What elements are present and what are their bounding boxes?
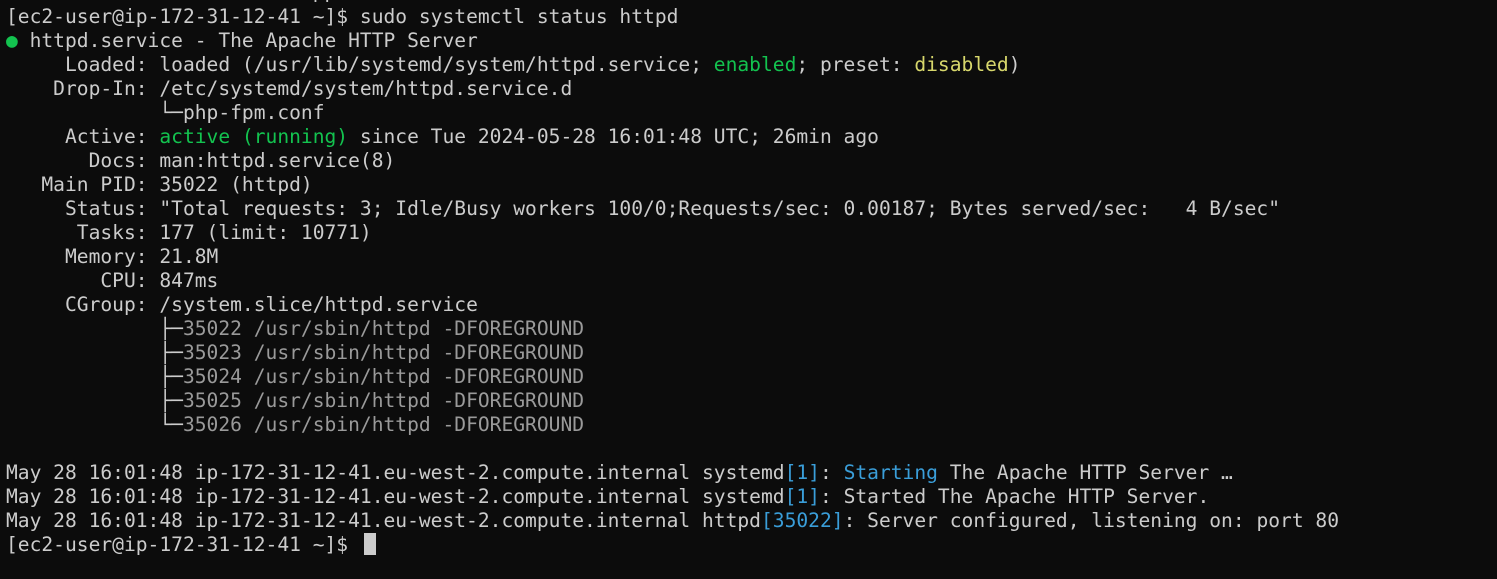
cgroup-line: CGroup: /system.slice/httpd.service [6, 293, 1497, 317]
command-line: [ec2-user@ip-172-31-12-41 ~]$ sudo syste… [6, 5, 1497, 29]
active-label: Active: [6, 125, 160, 148]
log-pid: [1] [784, 461, 820, 484]
cpu-label: CPU: [6, 269, 160, 292]
cpu-line: CPU: 847ms [6, 269, 1497, 293]
dropin-label: Drop-In: [6, 77, 160, 100]
process-entry: 35023 /usr/sbin/httpd -DFOREGROUND [182, 341, 585, 364]
status-value: "Total requests: 3; Idle/Busy workers 10… [159, 197, 1281, 220]
memory-label: Memory: [6, 245, 160, 268]
tasks-line: Tasks: 177 (limit: 10771) [6, 221, 1497, 245]
log-line: May 28 16:01:48 ip-172-31-12-41.eu-west-… [6, 461, 1497, 485]
terminal-window[interactable]: pp [ec2-user@ip-172-31-12-41 ~]$ sudo sy… [0, 0, 1497, 579]
log-highlight: Starting [843, 461, 938, 484]
memory-line: Memory: 21.8M [6, 245, 1497, 269]
active-status-dot-icon: ● [6, 29, 18, 52]
input-line[interactable]: [ec2-user@ip-172-31-12-41 ~]$ [6, 533, 1497, 557]
log-separator: : [843, 509, 868, 532]
terminal-output: [ec2-user@ip-172-31-12-41 ~]$ sudo syste… [6, 5, 1497, 557]
docs-line: Docs: man:httpd.service(8) [6, 149, 1497, 173]
service-title: httpd.service - The Apache HTTP Server [17, 29, 478, 52]
preset-state: disabled [914, 53, 1009, 76]
cpu-value: 847ms [159, 269, 219, 292]
main-pid-line: Main PID: 35022 (httpd) [6, 173, 1497, 197]
dropin-file-line: └─php-fpm.conf [6, 101, 1497, 125]
tree-branch-icon: ├─ [6, 317, 183, 340]
log-message: Server configured, listening on: port 80 [867, 509, 1340, 532]
active-line: Active: active (running) since Tue 2024-… [6, 125, 1497, 149]
process-entry: 35026 /usr/sbin/httpd -DFOREGROUND [182, 413, 585, 436]
process-row: └─35026 /usr/sbin/httpd -DFOREGROUND [6, 413, 1497, 437]
command-text: sudo systemctl status httpd [359, 5, 679, 28]
log-pid: [35022] [760, 509, 844, 532]
log-message: Started The Apache HTTP Server. [843, 485, 1210, 508]
docs-value: man:httpd.service(8) [159, 149, 396, 172]
process-entry: 35024 /usr/sbin/httpd -DFOREGROUND [182, 365, 585, 388]
preset-label: ; preset: [796, 53, 915, 76]
shell-prompt: [ec2-user@ip-172-31-12-41 ~]$ [6, 533, 360, 556]
service-header-line: ● httpd.service - The Apache HTTP Server [6, 29, 1497, 53]
log-line: May 28 16:01:48 ip-172-31-12-41.eu-west-… [6, 509, 1497, 533]
active-since: since Tue 2024-05-28 16:01:48 UTC; 26min… [348, 125, 879, 148]
log-prefix: May 28 16:01:48 ip-172-31-12-41.eu-west-… [6, 461, 785, 484]
status-line: Status: "Total requests: 3; Idle/Busy wo… [6, 197, 1497, 221]
cgroup-label: CGroup: [6, 293, 160, 316]
tasks-label: Tasks: [6, 221, 160, 244]
process-entry: 35022 /usr/sbin/httpd -DFOREGROUND [182, 317, 585, 340]
loaded-close: ) [1008, 53, 1021, 76]
process-row: ├─35024 /usr/sbin/httpd -DFOREGROUND [6, 365, 1497, 389]
dropin-line: Drop-In: /etc/systemd/system/httpd.servi… [6, 77, 1497, 101]
process-row: ├─35023 /usr/sbin/httpd -DFOREGROUND [6, 341, 1497, 365]
log-prefix: May 28 16:01:48 ip-172-31-12-41.eu-west-… [6, 485, 785, 508]
loaded-value: loaded (/usr/lib/systemd/system/httpd.se… [159, 53, 714, 76]
tree-branch-icon: ├─ [6, 341, 183, 364]
process-row: ├─35025 /usr/sbin/httpd -DFOREGROUND [6, 389, 1497, 413]
log-line: May 28 16:01:48 ip-172-31-12-41.eu-west-… [6, 485, 1497, 509]
loaded-line: Loaded: loaded (/usr/lib/systemd/system/… [6, 53, 1497, 77]
docs-label: Docs: [6, 149, 160, 172]
tasks-value: 177 (limit: 10771) [159, 221, 372, 244]
log-pid: [1] [784, 485, 820, 508]
memory-value: 21.8M [159, 245, 219, 268]
dropin-file: php-fpm.conf [182, 101, 325, 124]
log-message: The Apache HTTP Server … [937, 461, 1233, 484]
main-pid-label: Main PID: [6, 173, 160, 196]
log-separator: : [819, 485, 844, 508]
tree-branch-icon: └─ [6, 413, 183, 436]
tree-branch-icon: ├─ [6, 365, 183, 388]
scrolled-output-fragment: pp [6, 0, 348, 4]
text-cursor[interactable] [363, 533, 376, 555]
log-prefix: May 28 16:01:48 ip-172-31-12-41.eu-west-… [6, 509, 761, 532]
tree-branch-icon: ├─ [6, 389, 183, 412]
shell-prompt: [ec2-user@ip-172-31-12-41 ~]$ [6, 5, 360, 28]
main-pid-value: 35022 (httpd) [159, 173, 313, 196]
process-row: ├─35022 /usr/sbin/httpd -DFOREGROUND [6, 317, 1497, 341]
status-label: Status: [6, 197, 160, 220]
enabled-state: enabled [713, 53, 797, 76]
loaded-label: Loaded: [6, 53, 160, 76]
active-state: active (running) [159, 125, 349, 148]
tree-branch-icon: └─ [6, 101, 183, 124]
cgroup-value: /system.slice/httpd.service [159, 293, 478, 316]
log-separator: : [819, 461, 844, 484]
dropin-path: /etc/systemd/system/httpd.service.d [159, 77, 573, 100]
process-entry: 35025 /usr/sbin/httpd -DFOREGROUND [182, 389, 585, 412]
